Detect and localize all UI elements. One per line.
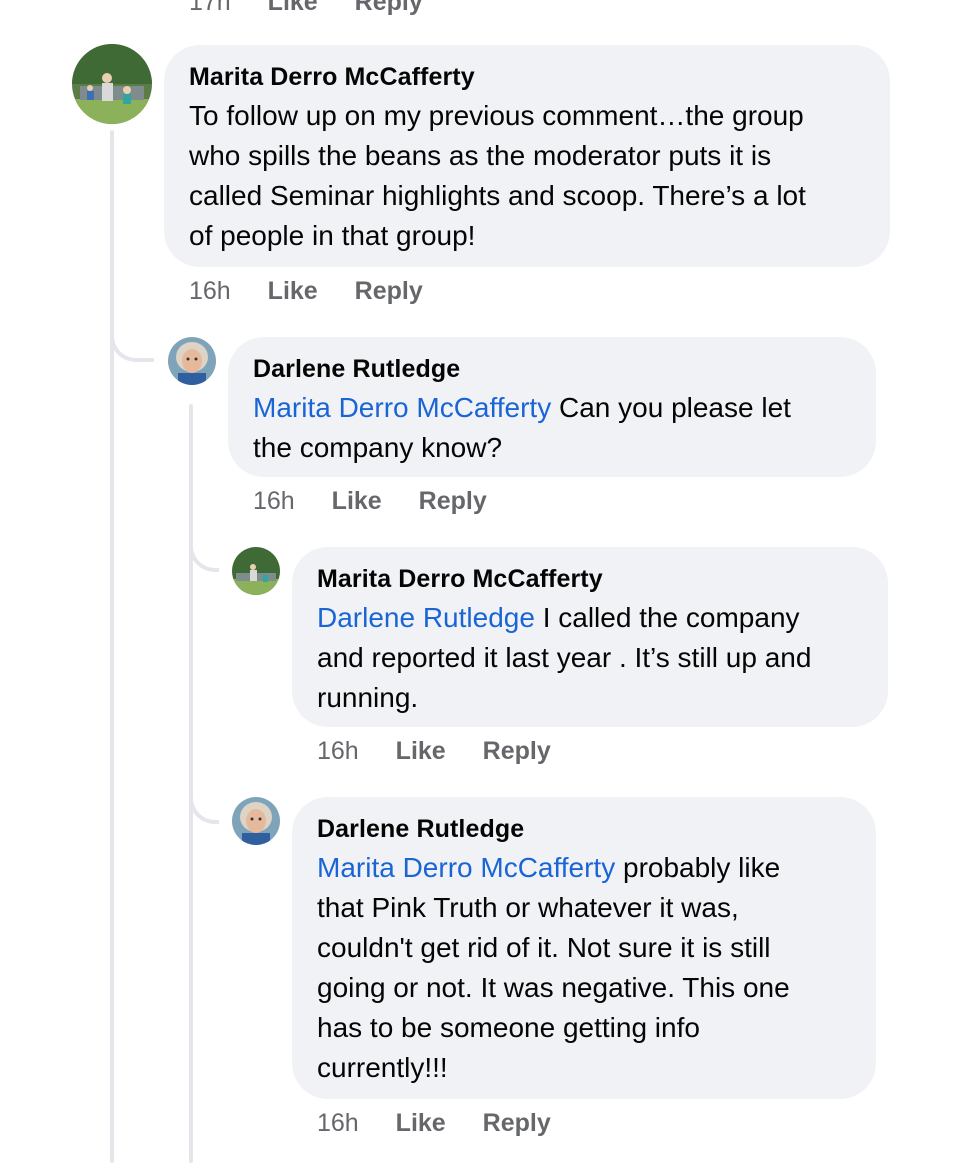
avatar[interactable]: [232, 797, 280, 845]
comment-meta: 16h Like Reply: [253, 487, 487, 516]
comment-bubble: Darlene Rutledge Marita Derro McCafferty…: [228, 337, 876, 477]
thread-connector: [189, 515, 219, 572]
mention-link[interactable]: Darlene Rutledge: [317, 602, 535, 633]
like-button[interactable]: Like: [396, 1109, 446, 1137]
avatar[interactable]: [168, 337, 216, 385]
comment-text: Marita Derro McCafferty Can you please l…: [253, 388, 868, 468]
comment-body: To follow up on my previous comment…the …: [189, 100, 806, 251]
comment-time: 16h: [253, 487, 295, 515]
comment-author[interactable]: Marita Derro McCafferty: [317, 565, 603, 594]
reply-button[interactable]: Reply: [355, 277, 423, 305]
like-button[interactable]: Like: [268, 0, 318, 16]
reply-button[interactable]: Reply: [483, 737, 551, 765]
comment-time: 17h: [189, 0, 231, 16]
previous-comment-meta: 17h Like Reply: [189, 0, 423, 17]
comment-bubble: Marita Derro McCafferty Darlene Rutledge…: [292, 547, 888, 727]
reply-button[interactable]: Reply: [483, 1109, 551, 1137]
thread-connector: [110, 300, 154, 362]
comment-time: 16h: [189, 277, 231, 305]
comment-bubble: Marita Derro McCafferty To follow up on …: [164, 45, 890, 267]
like-button[interactable]: Like: [332, 487, 382, 515]
comment-author[interactable]: Darlene Rutledge: [253, 355, 460, 384]
mention-link[interactable]: Marita Derro McCafferty: [317, 852, 615, 883]
thread-connector: [189, 780, 219, 824]
like-button[interactable]: Like: [268, 277, 318, 305]
comment-author[interactable]: Marita Derro McCafferty: [189, 63, 475, 92]
comment-author[interactable]: Darlene Rutledge: [317, 815, 524, 844]
comment-meta: 16h Like Reply: [317, 1109, 551, 1138]
comment-time: 16h: [317, 737, 359, 765]
comment-text: Darlene Rutledge I called the company an…: [317, 598, 882, 718]
avatar[interactable]: [232, 547, 280, 595]
like-button[interactable]: Like: [396, 737, 446, 765]
reply-button[interactable]: Reply: [355, 0, 423, 16]
reply-button[interactable]: Reply: [419, 487, 487, 515]
mention-link[interactable]: Marita Derro McCafferty: [253, 392, 551, 423]
comment-time: 16h: [317, 1109, 359, 1137]
comment-meta: 16h Like Reply: [189, 277, 423, 306]
comment-text: Marita Derro McCafferty probably like th…: [317, 848, 872, 1088]
comment-bubble: Darlene Rutledge Marita Derro McCafferty…: [292, 797, 876, 1099]
comment-body: probably like that Pink Truth or whateve…: [317, 852, 790, 1083]
comment-text: To follow up on my previous comment…the …: [189, 96, 879, 256]
avatar[interactable]: [72, 44, 152, 124]
comment-meta: 16h Like Reply: [317, 737, 551, 766]
thread-line: [110, 130, 114, 1163]
